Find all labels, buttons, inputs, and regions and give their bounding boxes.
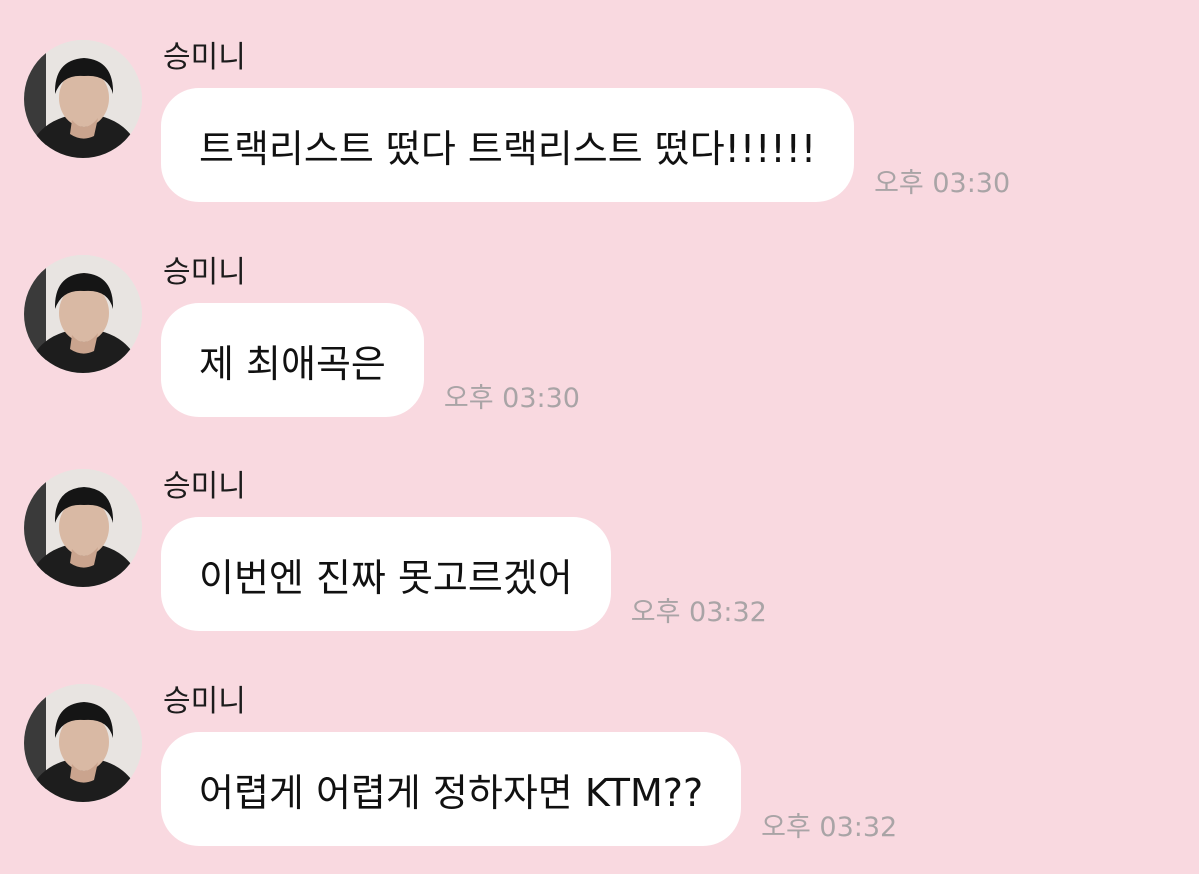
message-bubble[interactable]: 제 최애곡은 — [161, 303, 424, 417]
avatar[interactable] — [24, 40, 142, 158]
avatar[interactable] — [24, 255, 142, 373]
message-item: 승미니 어렵게 어렵게 정하자면 KTM?? 오후 03:32 — [0, 684, 1199, 874]
message-item: 승미니 제 최애곡은 오후 03:30 — [0, 255, 1199, 445]
profile-photo-icon — [24, 684, 142, 802]
sender-name: 승미니 — [163, 40, 246, 75]
message-item: 승미니 트랙리스트 떴다 트랙리스트 떴다!!!!!! 오후 03:30 — [0, 40, 1199, 230]
message-bubble[interactable]: 이번엔 진짜 못고르겠어 — [161, 517, 611, 631]
avatar[interactable] — [24, 684, 142, 802]
message-row: 어렵게 어렵게 정하자면 KTM?? 오후 03:32 — [161, 732, 897, 846]
message-row: 트랙리스트 떴다 트랙리스트 떴다!!!!!! 오후 03:30 — [161, 88, 1010, 202]
message-timestamp: 오후 03:30 — [874, 168, 1011, 199]
profile-photo-icon — [24, 40, 142, 158]
message-bubble[interactable]: 어렵게 어렵게 정하자면 KTM?? — [161, 732, 742, 846]
sender-name: 승미니 — [163, 255, 246, 290]
message-item: 승미니 이번엔 진짜 못고르겠어 오후 03:32 — [0, 469, 1199, 659]
message-bubble[interactable]: 트랙리스트 떴다 트랙리스트 떴다!!!!!! — [161, 88, 855, 202]
message-timestamp: 오후 03:32 — [761, 812, 898, 843]
chat-message-list: 승미니 트랙리스트 떴다 트랙리스트 떴다!!!!!! 오후 03:30 승미니… — [0, 0, 1199, 864]
profile-photo-icon — [24, 469, 142, 587]
message-row: 이번엔 진짜 못고르겠어 오후 03:32 — [161, 517, 767, 631]
sender-name: 승미니 — [163, 684, 246, 719]
avatar[interactable] — [24, 469, 142, 587]
profile-photo-icon — [24, 255, 142, 373]
message-timestamp: 오후 03:32 — [630, 597, 767, 628]
message-timestamp: 오후 03:30 — [443, 383, 580, 414]
message-row: 제 최애곡은 오후 03:30 — [161, 303, 580, 417]
sender-name: 승미니 — [163, 469, 246, 504]
